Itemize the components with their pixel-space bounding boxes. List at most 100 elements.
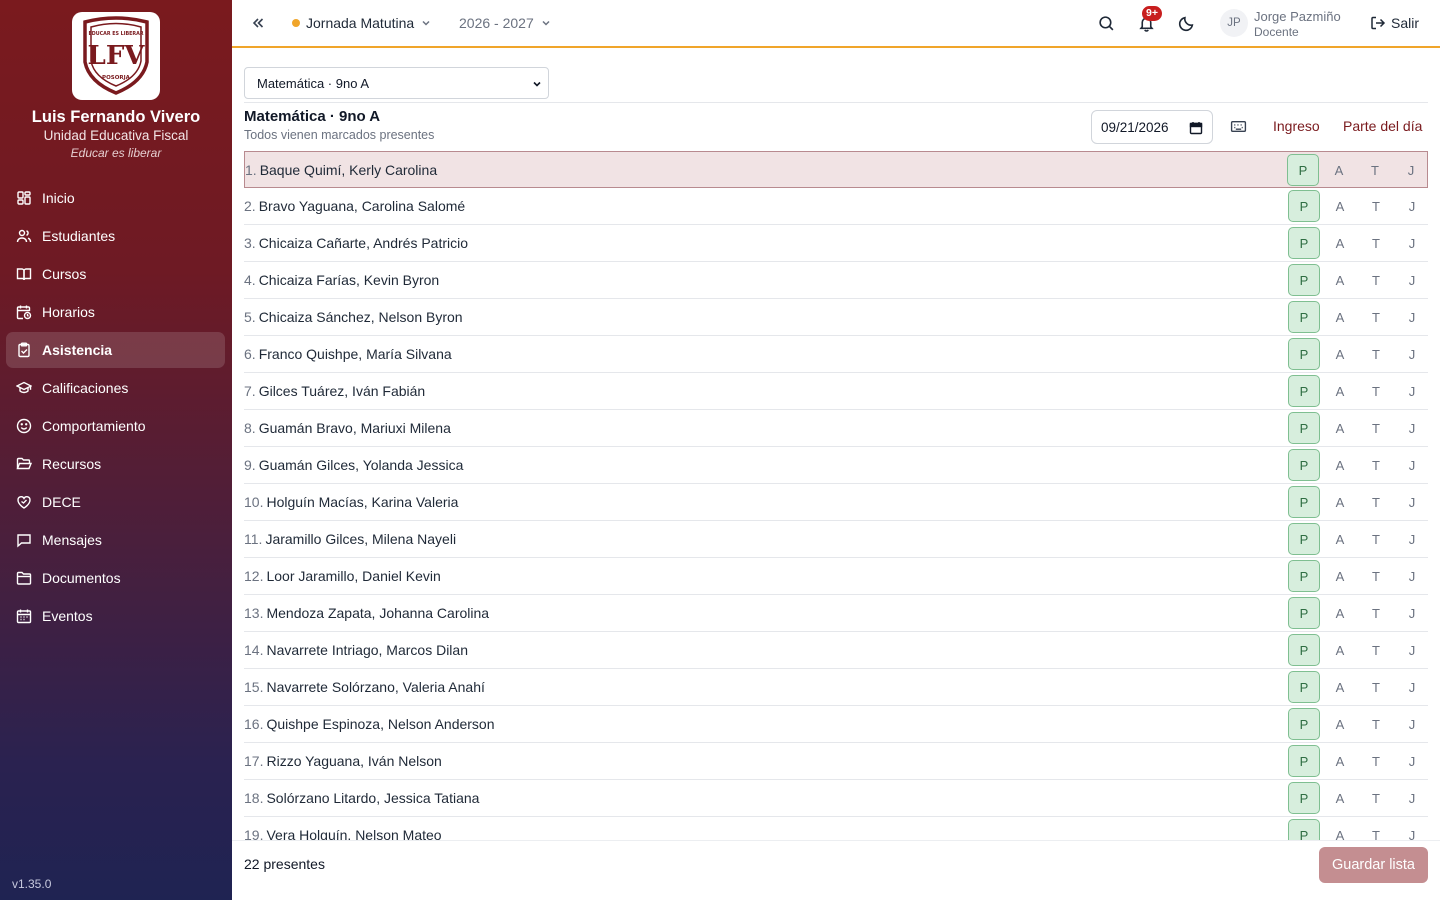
attendance-option-j[interactable]: J (1396, 634, 1428, 666)
attendance-option-j[interactable]: J (1396, 523, 1428, 555)
attendance-option-p[interactable]: P (1288, 190, 1320, 222)
sidebar-item-calificaciones[interactable]: Calificaciones (6, 370, 225, 406)
attendance-option-j[interactable]: J (1396, 449, 1428, 481)
attendance-option-a[interactable]: A (1324, 671, 1356, 703)
attendance-option-t[interactable]: T (1360, 671, 1392, 703)
attendance-option-p[interactable]: P (1288, 523, 1320, 555)
attendance-option-t[interactable]: T (1360, 782, 1392, 814)
attendance-option-j[interactable]: J (1396, 338, 1428, 370)
attendance-option-a[interactable]: A (1324, 523, 1356, 555)
sidebar-item-comportamiento[interactable]: Comportamiento (6, 408, 225, 444)
attendance-option-a[interactable]: A (1324, 338, 1356, 370)
attendance-option-j[interactable]: J (1396, 486, 1428, 518)
attendance-option-t[interactable]: T (1360, 449, 1392, 481)
attendance-option-a[interactable]: A (1324, 190, 1356, 222)
attendance-option-t[interactable]: T (1360, 560, 1392, 592)
jornada-selector[interactable]: Jornada Matutina (292, 0, 432, 46)
attendance-option-a[interactable]: A (1324, 449, 1356, 481)
attendance-option-p[interactable]: P (1288, 782, 1320, 814)
attendance-option-p[interactable]: P (1288, 708, 1320, 740)
attendance-option-t[interactable]: T (1360, 523, 1392, 555)
attendance-option-a[interactable]: A (1324, 486, 1356, 518)
logout-button[interactable]: Salir (1370, 0, 1419, 46)
attendance-option-p[interactable]: P (1288, 264, 1320, 296)
attendance-option-j[interactable]: J (1396, 671, 1428, 703)
sidebar-item-eventos[interactable]: Eventos (6, 598, 225, 634)
attendance-option-a[interactable]: A (1323, 154, 1355, 186)
attendance-option-p[interactable]: P (1288, 560, 1320, 592)
attendance-option-j[interactable]: J (1395, 154, 1427, 186)
attendance-option-j[interactable]: J (1396, 227, 1428, 259)
calendar-icon[interactable] (1189, 121, 1203, 135)
attendance-option-t[interactable]: T (1360, 819, 1392, 841)
attendance-option-t[interactable]: T (1360, 264, 1392, 296)
attendance-option-a[interactable]: A (1324, 708, 1356, 740)
attendance-option-a[interactable]: A (1324, 819, 1356, 841)
attendance-option-p[interactable]: P (1288, 634, 1320, 666)
attendance-option-t[interactable]: T (1359, 154, 1391, 186)
parte-del-dia-button[interactable]: Parte del día (1343, 118, 1422, 134)
attendance-option-a[interactable]: A (1324, 375, 1356, 407)
attendance-option-a[interactable]: A (1324, 597, 1356, 629)
attendance-option-t[interactable]: T (1360, 338, 1392, 370)
attendance-option-t[interactable]: T (1360, 486, 1392, 518)
attendance-option-a[interactable]: A (1324, 782, 1356, 814)
attendance-option-j[interactable]: J (1396, 819, 1428, 841)
attendance-option-t[interactable]: T (1360, 227, 1392, 259)
search-button[interactable] (1098, 0, 1115, 46)
sidebar-item-documentos[interactable]: Documentos (6, 560, 225, 596)
sidebar-item-recursos[interactable]: Recursos (6, 446, 225, 482)
attendance-option-t[interactable]: T (1360, 597, 1392, 629)
ingreso-button[interactable]: Ingreso (1273, 118, 1320, 134)
sidebar-item-mensajes[interactable]: Mensajes (6, 522, 225, 558)
attendance-option-p[interactable]: P (1288, 227, 1320, 259)
attendance-option-j[interactable]: J (1396, 264, 1428, 296)
course-select[interactable]: Matemática · 9no A (244, 67, 549, 99)
attendance-option-a[interactable]: A (1324, 412, 1356, 444)
attendance-option-p[interactable]: P (1288, 819, 1320, 840)
attendance-option-p[interactable]: P (1288, 412, 1320, 444)
user-avatar[interactable]: JP (1220, 9, 1248, 37)
attendance-option-p[interactable]: P (1287, 154, 1319, 186)
attendance-option-j[interactable]: J (1396, 708, 1428, 740)
attendance-option-j[interactable]: J (1396, 301, 1428, 333)
attendance-option-j[interactable]: J (1396, 375, 1428, 407)
attendance-option-a[interactable]: A (1324, 301, 1356, 333)
attendance-option-p[interactable]: P (1288, 745, 1320, 777)
keyboard-shortcuts-button[interactable] (1230, 118, 1247, 140)
collapse-sidebar-button[interactable] (250, 0, 266, 46)
attendance-option-p[interactable]: P (1288, 449, 1320, 481)
attendance-option-a[interactable]: A (1324, 227, 1356, 259)
attendance-option-p[interactable]: P (1288, 301, 1320, 333)
attendance-option-p[interactable]: P (1288, 597, 1320, 629)
attendance-option-p[interactable]: P (1288, 375, 1320, 407)
attendance-option-a[interactable]: A (1324, 634, 1356, 666)
sidebar-item-inicio[interactable]: Inicio (6, 180, 225, 216)
attendance-option-t[interactable]: T (1360, 375, 1392, 407)
attendance-option-j[interactable]: J (1396, 782, 1428, 814)
sidebar-item-cursos[interactable]: Cursos (6, 256, 225, 292)
attendance-option-p[interactable]: P (1288, 338, 1320, 370)
attendance-option-t[interactable]: T (1360, 301, 1392, 333)
date-input[interactable]: 09/21/2026 (1091, 110, 1213, 144)
sidebar-item-dece[interactable]: DECE (6, 484, 225, 520)
attendance-option-j[interactable]: J (1396, 560, 1428, 592)
attendance-option-j[interactable]: J (1396, 190, 1428, 222)
attendance-option-t[interactable]: T (1360, 745, 1392, 777)
attendance-option-j[interactable]: J (1396, 412, 1428, 444)
sidebar-item-horarios[interactable]: Horarios (6, 294, 225, 330)
sidebar-item-estudiantes[interactable]: Estudiantes (6, 218, 225, 254)
dark-mode-toggle[interactable] (1178, 0, 1195, 46)
attendance-option-p[interactable]: P (1288, 671, 1320, 703)
attendance-option-a[interactable]: A (1324, 560, 1356, 592)
attendance-option-j[interactable]: J (1396, 745, 1428, 777)
attendance-option-t[interactable]: T (1360, 190, 1392, 222)
attendance-option-a[interactable]: A (1324, 264, 1356, 296)
sidebar-item-asistencia[interactable]: Asistencia (6, 332, 225, 368)
attendance-option-t[interactable]: T (1360, 708, 1392, 740)
attendance-option-t[interactable]: T (1360, 412, 1392, 444)
attendance-option-j[interactable]: J (1396, 597, 1428, 629)
school-year-selector[interactable]: 2026 - 2027 (459, 0, 552, 46)
attendance-option-t[interactable]: T (1360, 634, 1392, 666)
attendance-option-p[interactable]: P (1288, 486, 1320, 518)
